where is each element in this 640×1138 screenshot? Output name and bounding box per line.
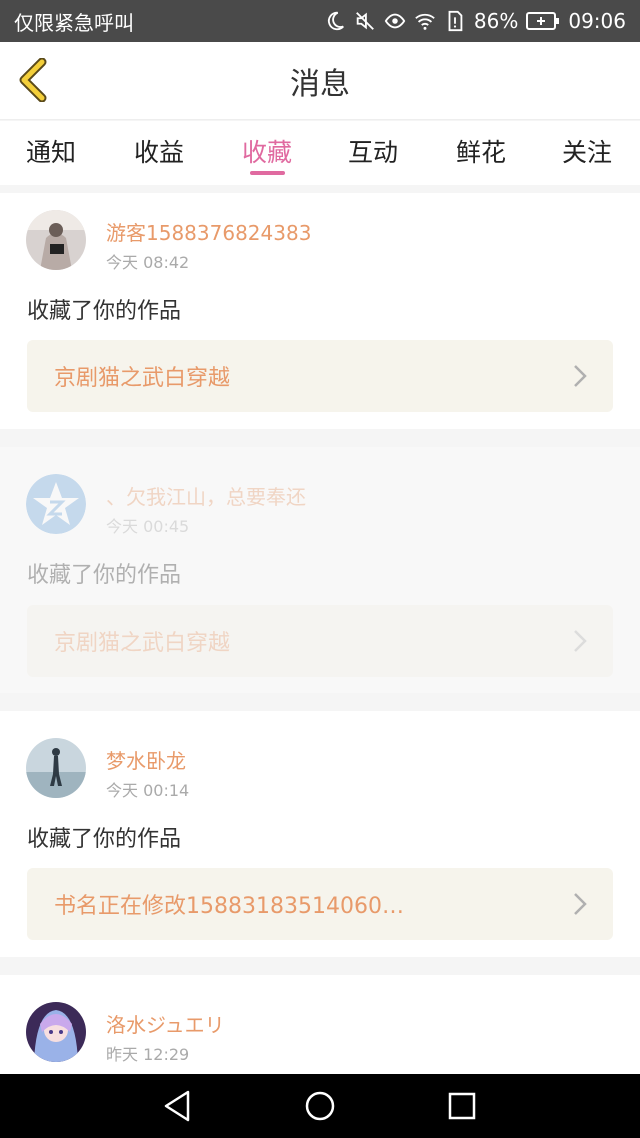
wifi-icon bbox=[415, 13, 435, 30]
sim-icon bbox=[448, 10, 463, 32]
tab-follow[interactable]: 关注 bbox=[562, 133, 612, 173]
battery-icon bbox=[526, 12, 560, 30]
tab-interaction[interactable]: 互动 bbox=[348, 133, 398, 173]
work-title: 京剧猫之武白穿越 bbox=[54, 631, 231, 656]
username[interactable]: 洛水ジュエリ bbox=[106, 1009, 225, 1038]
avatar[interactable] bbox=[26, 210, 86, 270]
mute-icon bbox=[356, 12, 374, 30]
tab-flowers[interactable]: 鲜花 bbox=[456, 133, 506, 173]
avatar[interactable] bbox=[26, 1002, 86, 1062]
message-time: 昨天 12:29 bbox=[106, 1045, 190, 1064]
recents-square-icon[interactable] bbox=[444, 1088, 480, 1124]
battery-percent: 86% bbox=[473, 9, 519, 33]
work-title: 书名正在修改15883183514060… bbox=[54, 894, 404, 919]
avatar[interactable] bbox=[26, 474, 86, 534]
message-time: 今天 00:45 bbox=[106, 517, 190, 536]
status-time: 09:06 bbox=[568, 9, 626, 33]
username[interactable]: 游客1588376824383 bbox=[106, 217, 311, 246]
page-title: 消息 bbox=[290, 67, 350, 102]
tab-favorites[interactable]: 收藏 bbox=[242, 133, 292, 173]
work-title: 京剧猫之武白穿越 bbox=[54, 366, 231, 391]
action-text: 收藏了你的作品 bbox=[27, 827, 182, 852]
tab-bar: 通知 收益 收藏 互动 鲜花 关注 bbox=[0, 121, 640, 185]
tab-notification[interactable]: 通知 bbox=[26, 133, 76, 173]
eye-icon bbox=[384, 13, 406, 29]
message-time: 今天 00:14 bbox=[106, 781, 190, 800]
back-triangle-icon[interactable] bbox=[160, 1088, 196, 1124]
header: 消息 bbox=[0, 42, 640, 120]
chevron-right-icon bbox=[574, 365, 587, 387]
chevron-right-icon bbox=[574, 630, 587, 652]
username[interactable]: 、欠我江山，总要奉还 bbox=[106, 481, 306, 510]
system-nav-bar bbox=[0, 1074, 640, 1138]
action-text: 收藏了你的作品 bbox=[27, 563, 182, 588]
message-card: 游客1588376824383 今天 08:42 收藏了你的作品 京剧猫之武白穿… bbox=[0, 193, 640, 429]
message-card: 、欠我江山，总要奉还 今天 00:45 收藏了你的作品 京剧猫之武白穿越 bbox=[0, 447, 640, 693]
avatar[interactable] bbox=[26, 738, 86, 798]
message-card: 洛水ジュエリ 昨天 12:29 bbox=[0, 975, 640, 1074]
active-tab-indicator bbox=[250, 171, 285, 175]
action-text: 收藏了你的作品 bbox=[27, 299, 182, 324]
work-link[interactable]: 京剧猫之武白穿越 bbox=[27, 605, 613, 677]
chevron-right-icon bbox=[574, 893, 587, 915]
message-time: 今天 08:42 bbox=[106, 253, 190, 272]
home-circle-icon[interactable] bbox=[302, 1088, 338, 1124]
message-card: 梦水卧龙 今天 00:14 收藏了你的作品 书名正在修改158831835140… bbox=[0, 711, 640, 957]
username[interactable]: 梦水卧龙 bbox=[106, 745, 186, 774]
moon-icon bbox=[327, 11, 344, 31]
work-link[interactable]: 京剧猫之武白穿越 bbox=[27, 340, 613, 412]
tab-earnings[interactable]: 收益 bbox=[134, 133, 184, 173]
status-carrier-text: 仅限紧急呼叫 bbox=[14, 10, 134, 35]
status-bar: 仅限紧急呼叫 86% 09:06 bbox=[0, 0, 640, 42]
work-link[interactable]: 书名正在修改15883183514060… bbox=[27, 868, 613, 940]
status-icons: 86% 09:06 bbox=[324, 9, 640, 33]
